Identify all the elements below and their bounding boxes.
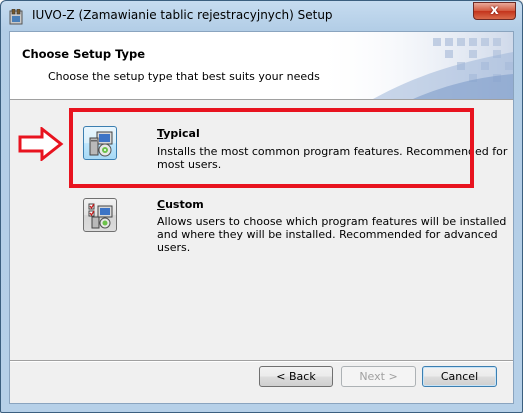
close-icon: x — [490, 3, 499, 18]
installer-app-icon — [9, 9, 23, 25]
red-arrow-icon — [18, 127, 64, 161]
cancel-button[interactable]: Cancel — [422, 366, 497, 387]
back-button[interactable]: < Back — [259, 366, 333, 387]
setup-window: IUVO-Z (Zamawianie tablic rejestracyjnyc… — [0, 0, 523, 413]
page-title: Choose Setup Type — [22, 47, 146, 61]
dialog-body: Choose Setup Type Choose the setup type … — [9, 31, 514, 404]
window-title: IUVO-Z (Zamawianie tablic rejestracyjnyc… — [32, 8, 333, 22]
custom-option-description: Allows users to choose which program fea… — [157, 215, 507, 254]
page-subtitle: Choose the setup type that best suits yo… — [48, 70, 320, 83]
header-banner: Choose Setup Type Choose the setup type … — [10, 32, 513, 100]
custom-install-icon — [88, 203, 113, 229]
next-button[interactable]: Next > — [341, 366, 416, 387]
banner-decoration-graphic — [313, 32, 513, 99]
custom-option-title[interactable]: Custom — [157, 198, 204, 211]
custom-option-button[interactable] — [83, 198, 117, 232]
title-bar[interactable]: IUVO-Z (Zamawianie tablic rejestracyjnyc… — [1, 1, 522, 31]
highlight-box — [69, 108, 474, 188]
footer-divider — [10, 360, 513, 362]
close-button[interactable]: x — [473, 2, 516, 20]
